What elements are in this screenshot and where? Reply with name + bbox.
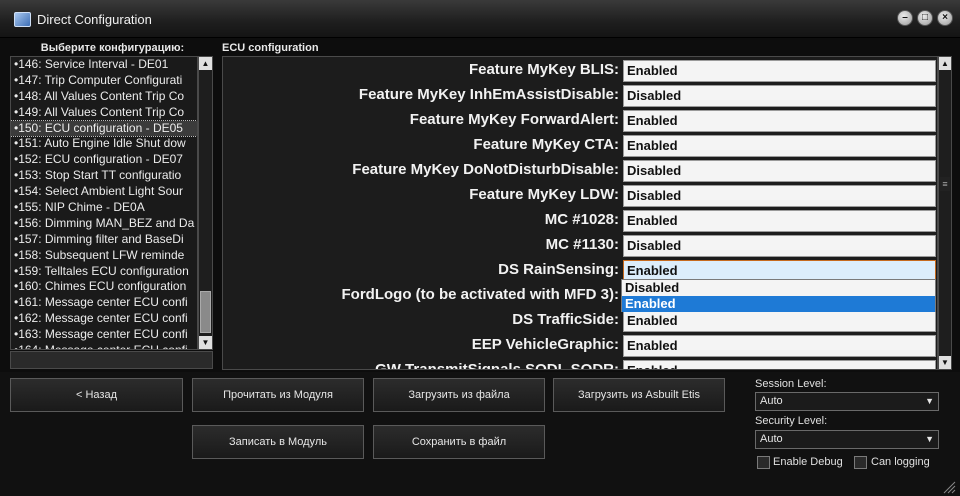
config-row: Feature MyKey BLIS: Enabled xyxy=(223,59,936,84)
config-row: GW TransmitSignals SODL SODR: Enabled xyxy=(223,359,936,370)
load-file-button[interactable]: Загрузить из файла xyxy=(373,378,545,412)
chevron-down-icon: ▼ xyxy=(925,396,934,406)
config-row: Feature MyKey DoNotDisturbDisable: Disabl… xyxy=(223,159,936,184)
config-row-value-select[interactable]: Enabled xyxy=(623,210,936,232)
ecu-config-header: ECU configuration xyxy=(222,42,319,54)
config-row: MC #1028: Enabled xyxy=(223,209,936,234)
security-level-label: Security Level: xyxy=(755,415,828,427)
title-bar: Direct Configuration – □ × xyxy=(0,0,960,38)
load-asbuilt-button[interactable]: Загрузить из Asbuilt Etis xyxy=(553,378,725,412)
config-list-item[interactable]: •161: Message center ECU confi xyxy=(11,295,197,311)
minimize-icon[interactable]: – xyxy=(897,10,913,26)
scroll-up-icon[interactable]: ▲ xyxy=(199,57,212,70)
config-row-value-select[interactable]: Enabled xyxy=(623,60,936,82)
config-row-value-select[interactable]: Enabled xyxy=(623,335,936,357)
config-list-item[interactable]: •157: Dimming filter and BaseDi xyxy=(11,232,197,248)
scroll-thumb[interactable] xyxy=(200,291,211,333)
config-row-value-select[interactable]: Disabled xyxy=(623,185,936,207)
config-row-label: MC #1028: xyxy=(544,211,619,228)
config-list-hscrollbar[interactable] xyxy=(10,351,213,369)
config-row: Feature MyKey LDW: Disabled xyxy=(223,184,936,209)
read-module-button[interactable]: Прочитать из Модуля xyxy=(192,378,364,412)
config-row-label: MC #1130: xyxy=(545,236,619,253)
config-list-item[interactable]: •164: Message center ECU confi xyxy=(11,343,197,349)
session-level-value: Auto xyxy=(760,395,783,407)
config-row-label: DS RainSensing: xyxy=(498,261,619,278)
can-logging-label: Can logging xyxy=(871,456,930,468)
config-list-item[interactable]: •150: ECU configuration - DE05 xyxy=(11,119,197,138)
config-list-item[interactable]: •163: Message center ECU confi xyxy=(11,327,197,343)
config-list-item[interactable]: •162: Message center ECU confi xyxy=(11,311,197,327)
close-icon[interactable]: × xyxy=(937,10,953,26)
config-row-value-select[interactable]: Disabled xyxy=(623,235,936,257)
can-logging-checkbox[interactable] xyxy=(854,456,867,469)
chevron-down-icon: ▼ xyxy=(925,434,934,444)
config-list-item[interactable]: •160: Chimes ECU configuration xyxy=(11,279,197,295)
config-list-item[interactable]: •146: Service Interval - DE01 xyxy=(11,57,197,73)
config-row: Feature MyKey CTA: Enabled xyxy=(223,134,936,159)
ecu-config-scrollbar[interactable]: ▲ ≡ ▼ xyxy=(938,56,952,370)
config-row-label: Feature MyKey CTA: xyxy=(473,136,619,153)
config-row-label: Feature MyKey BLIS: xyxy=(468,61,619,78)
write-module-button[interactable]: Записать в Модуль xyxy=(192,425,364,459)
maximize-icon[interactable]: □ xyxy=(917,10,933,26)
config-list-scrollbar[interactable]: ▲ ▼ xyxy=(198,56,213,350)
scroll-down-icon[interactable]: ▼ xyxy=(199,336,212,349)
app-icon xyxy=(14,12,31,27)
dropdown-option[interactable]: Enabled xyxy=(622,296,935,312)
config-row: Feature MyKey InhEmAssistDisable: Disable… xyxy=(223,84,936,109)
config-row-label: DS TrafficSide: xyxy=(512,311,619,328)
config-row-label: Feature MyKey ForwardAlert: xyxy=(409,111,619,128)
config-list-item[interactable]: •148: All Values Content Trip Co xyxy=(11,89,197,105)
save-file-button[interactable]: Сохранить в файл xyxy=(373,425,545,459)
security-level-value: Auto xyxy=(760,433,783,445)
ecu-config-panel: Feature MyKey BLIS: Enabled Feature MyKey … xyxy=(222,56,938,370)
enable-debug-checkbox[interactable] xyxy=(757,456,770,469)
session-level-select[interactable]: Auto ▼ xyxy=(755,392,939,411)
config-row-label: EEP VehicleGraphic: xyxy=(471,336,619,353)
config-list-item[interactable]: •159: Telltales ECU configuration xyxy=(11,264,197,280)
config-list-item[interactable]: •153: Stop Start TT configuratio xyxy=(11,168,197,184)
security-level-select[interactable]: Auto ▼ xyxy=(755,430,939,449)
value-dropdown-list[interactable]: Disabled Enabled xyxy=(621,279,936,312)
enable-debug-label: Enable Debug xyxy=(773,456,843,468)
config-row-value-select[interactable]: Enabled xyxy=(623,360,936,369)
config-row: MC #1130: Disabled xyxy=(223,234,936,259)
config-row-value-select[interactable]: Enabled xyxy=(623,135,936,157)
config-list-item[interactable]: •149: All Values Content Trip Co xyxy=(11,105,197,121)
scroll-down-icon[interactable]: ▼ xyxy=(939,356,951,369)
config-list-item[interactable]: •147: Trip Computer Configurati xyxy=(11,73,197,89)
config-list-item[interactable]: •154: Select Ambient Light Sour xyxy=(11,184,197,200)
config-row-value-select[interactable]: Enabled xyxy=(623,310,936,332)
resize-grip-icon[interactable] xyxy=(940,478,956,494)
config-list-header: Выберите конфигурацию: xyxy=(40,42,185,54)
config-row: Feature MyKey ForwardAlert: Enabled xyxy=(223,109,936,134)
config-row-value-select[interactable]: Disabled xyxy=(623,160,936,182)
dropdown-option[interactable]: Disabled xyxy=(622,280,935,296)
config-row-value-select[interactable]: Disabled xyxy=(623,85,936,107)
config-list-item[interactable]: •152: ECU configuration - DE07 xyxy=(11,152,197,168)
config-row-value-select[interactable]: Enabled xyxy=(623,110,936,132)
config-row-label: GW TransmitSignals SODL SODR: xyxy=(375,361,619,370)
window-title: Direct Configuration xyxy=(37,12,152,27)
config-list[interactable]: •146: Service Interval - DE01 •147: Trip … xyxy=(10,56,198,350)
back-button[interactable]: < Назад xyxy=(10,378,183,412)
config-list-item[interactable]: •155: NIP Chime - DE0A xyxy=(11,200,197,216)
config-row-label: FordLogo (to be activated with MFD 3): xyxy=(341,286,620,303)
config-list-item[interactable]: •156: Dimming MAN_BEZ and Da xyxy=(11,216,197,232)
config-row-label: Feature MyKey DoNotDisturbDisable: xyxy=(352,161,619,178)
config-row: EEP VehicleGraphic: Enabled xyxy=(223,334,936,359)
config-row-label: Feature MyKey InhEmAssistDisable: xyxy=(358,86,619,103)
config-row: DS TrafficSide: Enabled xyxy=(223,309,936,334)
config-list-item[interactable]: •151: Auto Engine Idle Shut dow xyxy=(11,136,197,152)
scroll-up-icon[interactable]: ▲ xyxy=(939,57,951,70)
session-level-label: Session Level: xyxy=(755,378,827,390)
config-list-item[interactable]: •158: Subsequent LFW reminde xyxy=(11,248,197,264)
scroll-grip[interactable]: ≡ xyxy=(940,177,950,191)
config-row-label: Feature MyKey LDW: xyxy=(469,186,619,203)
